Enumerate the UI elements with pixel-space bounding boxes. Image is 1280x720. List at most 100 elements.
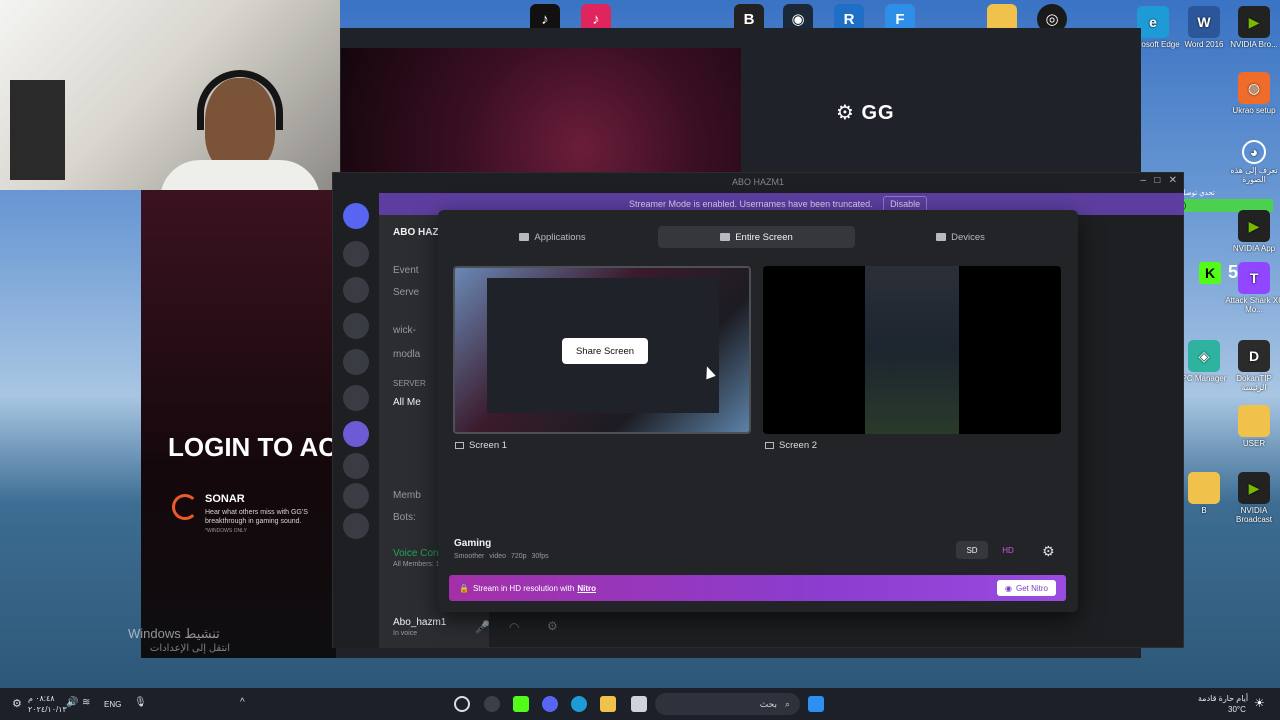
monitor-icon bbox=[720, 233, 731, 241]
explorer-taskbar-icon[interactable] bbox=[600, 696, 616, 712]
setup-desktop-icon[interactable]: ◍ Ukrao setup bbox=[1224, 72, 1280, 115]
learn-picture-desktop-icon[interactable]: ◕ تعرف إلى هذه الصورة bbox=[1224, 140, 1280, 184]
channel-item[interactable]: Memb bbox=[393, 490, 421, 501]
get-nitro-label: Get Nitro bbox=[1015, 583, 1048, 593]
add-server-icon[interactable] bbox=[343, 483, 369, 509]
channel-category[interactable]: SERVER bbox=[393, 379, 426, 388]
server-icon[interactable] bbox=[343, 349, 369, 375]
login-heading: LOGIN TO AC bbox=[168, 432, 337, 462]
monitor-icon bbox=[455, 442, 464, 449]
wifi-icon[interactable]: ≋ bbox=[82, 697, 90, 708]
user-folder-desktop-icon[interactable]: USER bbox=[1224, 405, 1280, 448]
channel-item[interactable]: All Me bbox=[393, 397, 421, 408]
person-shirt bbox=[160, 160, 320, 190]
headphones bbox=[197, 70, 283, 130]
weather-temp: 30°C bbox=[1228, 705, 1246, 714]
server-icon[interactable] bbox=[343, 385, 369, 411]
server-list bbox=[333, 193, 379, 648]
stream-count: 5 bbox=[1228, 262, 1239, 282]
nitro-link[interactable]: Nitro bbox=[577, 584, 596, 593]
server-icon[interactable] bbox=[343, 277, 369, 303]
sonar-title: SONAR bbox=[205, 493, 245, 505]
screen-label-text: Screen 1 bbox=[469, 440, 508, 451]
minimize-icon[interactable]: – bbox=[1140, 175, 1146, 186]
nvidia-app-desktop-icon[interactable]: ▶ NVIDIA App bbox=[1224, 210, 1280, 253]
server-icon[interactable] bbox=[343, 241, 369, 267]
nvidia-browser-desktop-icon[interactable]: ▶ NVIDIA Bro... bbox=[1224, 6, 1280, 49]
server-icon[interactable] bbox=[343, 421, 369, 447]
tab-devices[interactable]: Devices bbox=[862, 226, 1059, 248]
dokan-desktop-icon[interactable]: D DokanTIP الرئيسة bbox=[1224, 340, 1280, 392]
volume-icon[interactable]: 🔊 bbox=[66, 697, 78, 708]
channel-item[interactable]: Serve bbox=[393, 287, 419, 298]
setup-icon: ◍ bbox=[1238, 72, 1270, 104]
quality-sd-button[interactable]: SD bbox=[956, 541, 988, 559]
screen-2-preview[interactable] bbox=[763, 266, 1061, 434]
channel-item[interactable]: modla bbox=[393, 349, 420, 360]
camera-person-icon: ◕ bbox=[1242, 140, 1266, 164]
preset-description: Smoother video bbox=[454, 553, 507, 560]
server-icon[interactable] bbox=[343, 453, 369, 479]
headset-icon[interactable]: ◠ bbox=[509, 620, 519, 634]
mute-mic-icon[interactable]: 🎤 bbox=[475, 620, 490, 634]
gg-logo-text: GG bbox=[861, 102, 895, 124]
gg-hero-image bbox=[341, 48, 741, 173]
screen-1-preview[interactable]: Share Screen bbox=[453, 266, 751, 434]
channel-item[interactable]: Event bbox=[393, 265, 419, 276]
folder-icon bbox=[1188, 472, 1220, 504]
user-settings-icon[interactable]: ⚙ bbox=[547, 619, 558, 633]
settings-tray-icon[interactable]: ⚙ bbox=[12, 697, 22, 710]
edge-taskbar-icon[interactable] bbox=[571, 696, 587, 712]
preset-details: Smoother video 720p 30fps bbox=[454, 553, 549, 560]
window-icon bbox=[519, 233, 530, 241]
nitro-text: Stream in HD resolution with bbox=[472, 583, 575, 593]
user-status: In voice bbox=[393, 630, 418, 637]
start-button[interactable] bbox=[808, 696, 824, 712]
monitor-icon bbox=[765, 442, 774, 449]
resolution-value: 720p bbox=[510, 553, 527, 560]
desktop-icon-label: B bbox=[1201, 506, 1207, 515]
nvidia-icon: ▶ bbox=[1238, 472, 1270, 504]
window-controls: – □ ✕ bbox=[1140, 175, 1177, 186]
desktop-icon-label: PC Manager bbox=[1181, 374, 1227, 383]
kick-icon[interactable]: K bbox=[1199, 262, 1221, 284]
maximize-icon[interactable]: □ bbox=[1154, 175, 1160, 186]
desktop-icon-label: NVIDIA Bro... bbox=[1230, 40, 1278, 49]
get-nitro-button[interactable]: ◉ Get Nitro bbox=[997, 580, 1056, 596]
steelseries-taskbar-icon[interactable] bbox=[454, 696, 470, 712]
discord-taskbar-icon[interactable] bbox=[542, 696, 558, 712]
discord-title: ABO HAZM1 bbox=[731, 177, 784, 187]
desktop-icon-label: NVIDIA Broadcast bbox=[1235, 506, 1273, 524]
tab-entire-screen[interactable]: Entire Screen bbox=[658, 226, 855, 248]
folder-icon bbox=[1238, 405, 1270, 437]
show-hidden-icons[interactable]: ^ bbox=[240, 697, 245, 708]
user-name[interactable]: Abo_hazm1 bbox=[393, 617, 446, 628]
channel-item[interactable]: Bots: bbox=[393, 512, 416, 523]
steam-taskbar-icon[interactable] bbox=[484, 696, 500, 712]
desktop-icon-label: Attack Shark X6 Mo... bbox=[1225, 296, 1280, 314]
server-icon[interactable] bbox=[343, 313, 369, 339]
language-indicator[interactable]: ENG bbox=[104, 700, 121, 709]
close-icon[interactable]: ✕ bbox=[1169, 175, 1177, 186]
nvidia-broadcast-desktop-icon[interactable]: ▶ NVIDIA Broadcast bbox=[1224, 472, 1280, 524]
webcam-feed bbox=[0, 0, 340, 190]
kick-taskbar-icon[interactable] bbox=[513, 696, 529, 712]
nvidia-icon: ▶ bbox=[1238, 6, 1270, 38]
mic-tray-icon[interactable]: 🎙 bbox=[134, 697, 147, 708]
streamer-banner-text: Streamer Mode is enabled. Usernames have… bbox=[629, 199, 873, 209]
quality-hd-button[interactable]: HD bbox=[992, 541, 1024, 559]
stream-settings-gear-icon[interactable]: ⚙ bbox=[1042, 543, 1055, 560]
taskbar-search[interactable]: بحث ⌕ bbox=[655, 693, 800, 715]
notepad-taskbar-icon[interactable] bbox=[631, 696, 647, 712]
explore-servers-icon[interactable] bbox=[343, 513, 369, 539]
share-screen-button[interactable]: Share Screen bbox=[562, 338, 648, 364]
gg-side-panel bbox=[141, 190, 336, 658]
channel-item[interactable]: wick- bbox=[393, 325, 416, 336]
search-placeholder: بحث bbox=[759, 698, 777, 709]
pc-case bbox=[10, 80, 65, 180]
discord-home-icon[interactable] bbox=[343, 203, 369, 229]
gg-logo: ⚙ GG bbox=[836, 102, 895, 124]
tab-applications[interactable]: Applications bbox=[454, 226, 651, 248]
tab-label: Entire Screen bbox=[735, 231, 793, 243]
tab-label: Applications bbox=[534, 231, 586, 243]
